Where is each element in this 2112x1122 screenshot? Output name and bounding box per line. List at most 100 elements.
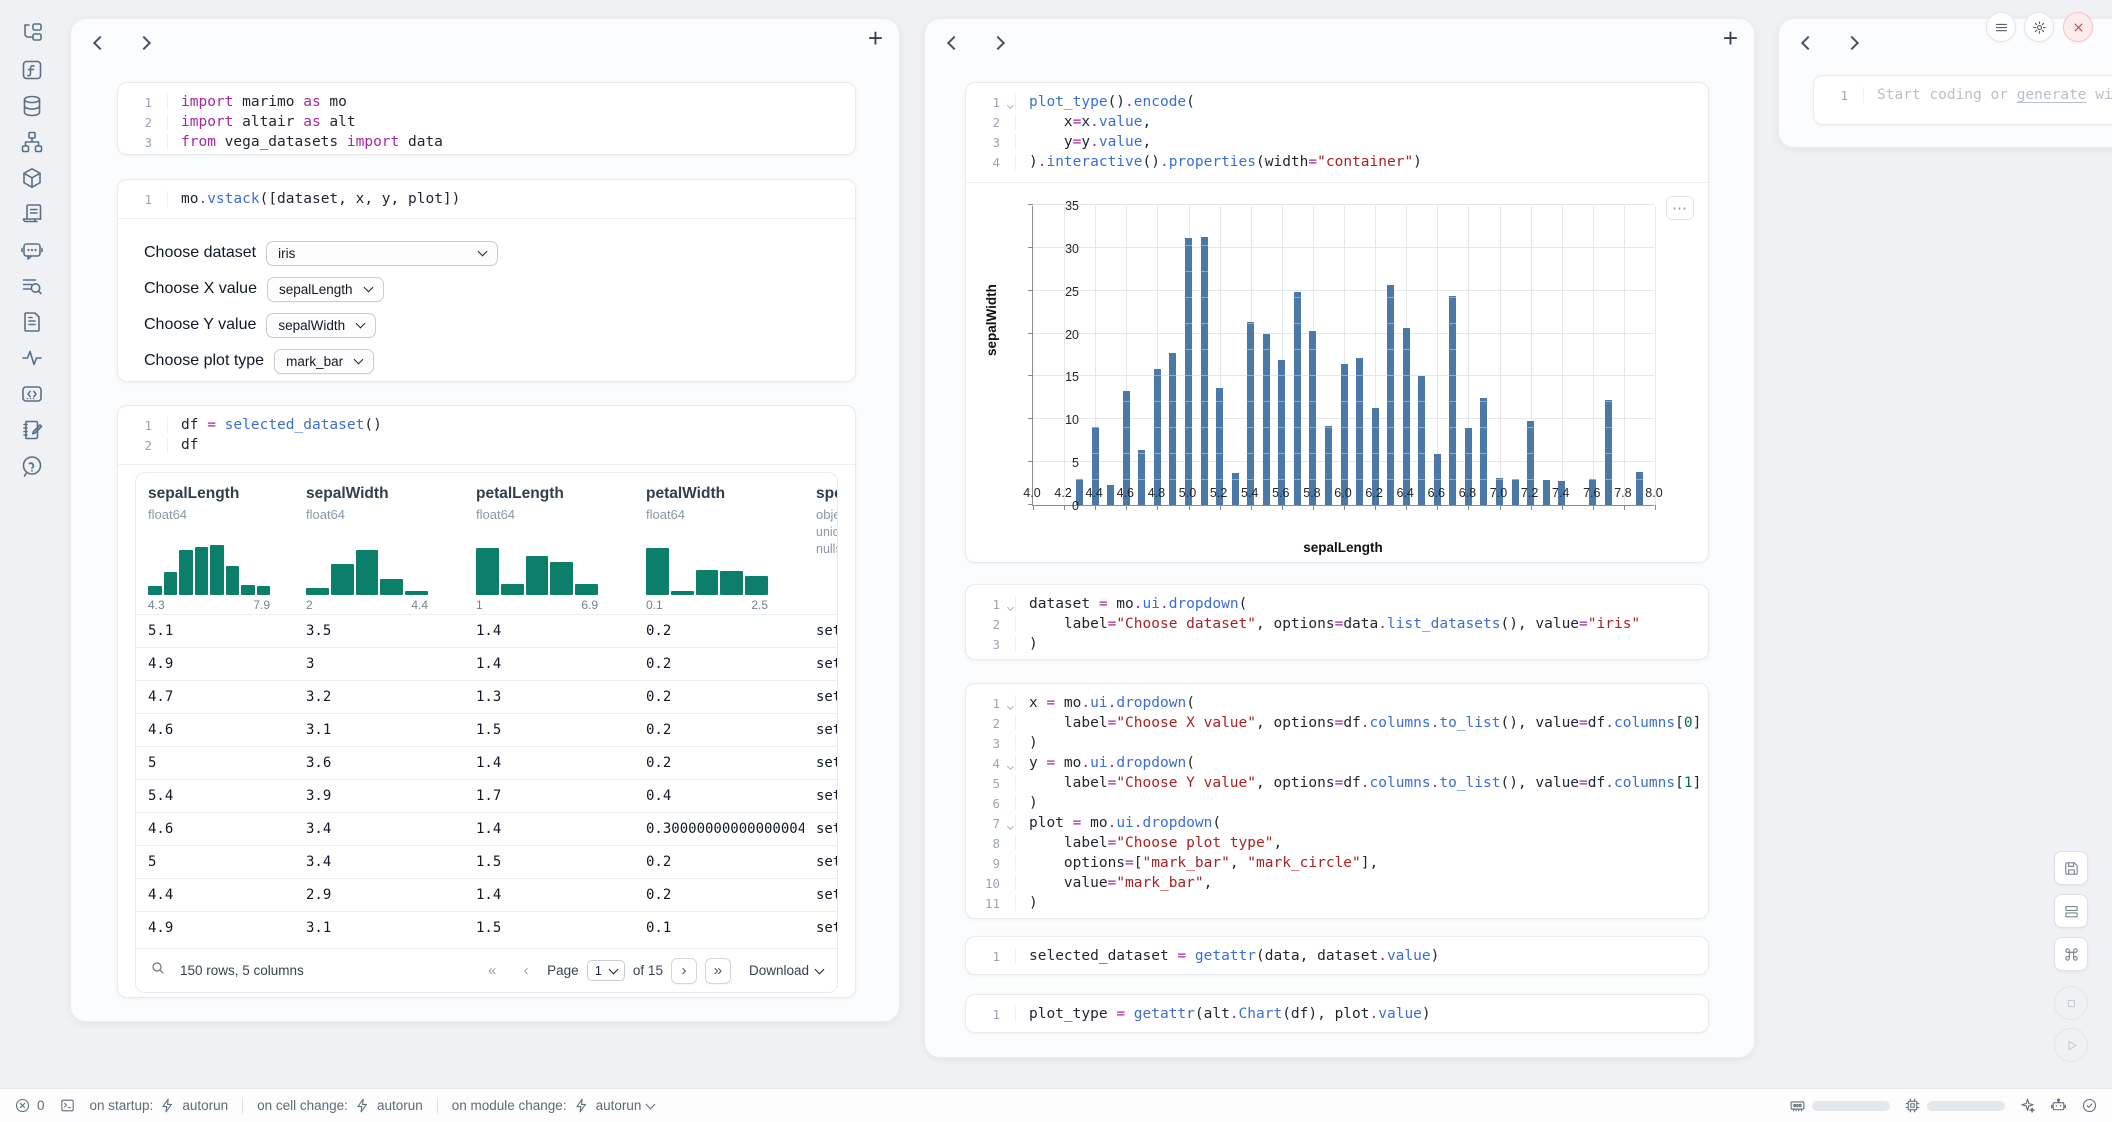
keyboard-shortcuts-button[interactable] [2054,937,2088,971]
fold-chevron-icon[interactable] [1007,822,1014,829]
code-line[interactable]: 2import altair as alt [118,112,855,132]
prev-page-button[interactable]: ‹ [513,958,539,984]
errors-indicator[interactable]: 0 [14,1097,45,1114]
column-histogram[interactable] [148,533,270,595]
code-line[interactable]: 1x = mo.ui.dropdown( [966,693,1708,713]
logs-icon[interactable] [20,274,44,298]
first-page-button[interactable]: « [479,958,505,984]
dropdown-select[interactable]: sepalLength [267,277,384,302]
terminal-button[interactable] [59,1097,76,1114]
generate-link[interactable]: generate [2017,87,2087,103]
code-line[interactable]: 9 options=["mark_bar", "mark_circle"], [966,853,1708,873]
settings-gear-button[interactable] [2024,12,2054,42]
code-line[interactable]: 5 label="Choose Y value", options=df.col… [966,773,1708,793]
fold-chevron-icon[interactable] [1007,702,1014,709]
column-next-button[interactable] [135,31,153,57]
search-icon[interactable] [150,960,166,981]
column-histogram[interactable] [306,533,428,595]
cell-dataframe[interactable]: 1df = selected_dataset()2df sepalLengthf… [117,405,856,998]
column-header[interactable]: petalWidthfloat640.12.5 [634,485,804,614]
table-row[interactable]: 4.73.21.30.2setosa [136,680,837,713]
code-line[interactable]: 3) [966,733,1708,753]
code-line[interactable]: 2 x=x.value, [966,112,1708,132]
cell-empty[interactable]: 1 Start coding or generate with AI [1813,75,2112,125]
code-line[interactable]: 3from vega_datasets import data [118,132,855,152]
code-line[interactable]: 1df = selected_dataset() [118,415,855,435]
chart-plot-area[interactable] [1032,206,1654,506]
table-row[interactable]: 53.41.50.2setosa [136,845,837,878]
download-button[interactable]: Download [749,963,823,978]
code-line[interactable]: 4y = mo.ui.dropdown( [966,753,1708,773]
fold-chevron-icon[interactable] [1007,101,1014,108]
scratchpad-icon[interactable] [20,418,44,442]
cell-xy-plot-dropdowns[interactable]: 1x = mo.ui.dropdown(2 label="Choose X va… [965,683,1709,919]
next-page-button[interactable]: › [671,958,697,984]
table-row[interactable]: 4.63.11.50.2setosa [136,713,837,746]
code-line[interactable]: 1selected_dataset = getattr(data, datase… [966,946,1708,966]
code-line[interactable]: 3 y=y.value, [966,132,1708,152]
on-startup-setting[interactable]: on startup: autorun [90,1097,229,1114]
table-row[interactable]: 4.63.41.40.30000000000000004setosa [136,812,837,845]
code-line[interactable]: 1dataset = mo.ui.dropdown( [966,594,1708,614]
packages-icon[interactable] [20,166,44,190]
column-next-button[interactable] [1843,31,1861,57]
dropdown-select[interactable]: mark_bar [274,349,374,374]
dropdown-select[interactable]: sepalWidth [266,313,376,338]
fold-chevron-icon[interactable] [1007,603,1014,610]
cell-imports[interactable]: 1import marimo as mo2import altair as al… [117,82,856,155]
cell-dataset-dropdown[interactable]: 1dataset = mo.ui.dropdown(2 label="Choos… [965,584,1709,660]
column-prev-button[interactable] [1799,31,1817,57]
on-cell-change-setting[interactable]: on cell change: autorun [257,1097,423,1114]
code-line[interactable]: 7plot = mo.ui.dropdown( [966,813,1708,833]
code-line[interactable]: 4).interactive().properties(width="conta… [966,152,1708,172]
table-row[interactable]: 4.931.40.2setosa [136,647,837,680]
menu-button[interactable] [1986,12,2016,42]
code-line[interactable]: 2df [118,435,855,455]
save-button[interactable] [2054,851,2088,885]
table-row[interactable]: 5.43.91.70.4setosa [136,779,837,812]
snippets-icon[interactable] [20,382,44,406]
table-row[interactable]: 4.93.11.50.1setosa [136,911,837,944]
code-line[interactable]: 2 label="Choose dataset", options=data.l… [966,614,1708,634]
tracing-icon[interactable] [20,346,44,370]
column-prev-button[interactable] [91,31,109,57]
code-line[interactable]: 1mo.vstack([dataset, x, y, plot]) [118,189,855,209]
code-placeholder[interactable]: Start coding or generate with AI [1863,87,2112,103]
close-column-button[interactable] [2063,12,2093,42]
cell-vstack[interactable]: 1mo.vstack([dataset, x, y, plot]) Choose… [117,179,856,382]
cell-plot-type[interactable]: 1plot_type = getattr(alt.Chart(df), plot… [965,994,1709,1033]
dependency-graph-icon[interactable] [20,130,44,154]
column-histogram[interactable] [646,533,768,595]
on-module-change-setting[interactable]: on module change: autorun [452,1097,655,1114]
column-next-button[interactable] [989,31,1007,57]
chart-actions-button[interactable]: ⋯ [1666,196,1694,220]
connection-status-button[interactable] [2081,1097,2098,1114]
add-column-button[interactable]: + [1723,25,1738,51]
code-line[interactable]: 3) [966,634,1708,654]
dropdown-select[interactable]: iris [266,241,498,266]
scripts-icon[interactable] [20,202,44,226]
datasources-icon[interactable] [20,94,44,118]
code-line[interactable]: 11) [966,893,1708,913]
last-page-button[interactable]: » [705,958,731,984]
ai-chat-icon[interactable] [20,238,44,262]
documentation-icon[interactable] [20,310,44,334]
file-explorer-icon[interactable] [20,22,44,46]
code-line[interactable]: 6) [966,793,1708,813]
column-histogram[interactable] [476,533,598,595]
column-header[interactable]: sepalLengthfloat644.37.9 [136,485,294,614]
column-header[interactable]: speciesobjectunique: 3nulls: 0 [804,485,838,614]
memory-usage[interactable] [1789,1097,1890,1114]
cell-selected-dataset[interactable]: 1selected_dataset = getattr(data, datase… [965,936,1709,975]
code-line[interactable]: 1import marimo as mo [118,92,855,112]
table-row[interactable]: 5.13.51.40.2setosa [136,614,837,647]
table-row[interactable]: 53.61.40.2setosa [136,746,837,779]
table-row[interactable]: 4.42.91.40.2setosa [136,878,837,911]
functions-icon[interactable] [20,58,44,82]
fold-chevron-icon[interactable] [1007,762,1014,769]
add-column-button[interactable]: + [868,25,883,51]
layout-rows-button[interactable] [2054,894,2088,928]
chat-bot-button[interactable] [2050,1097,2067,1114]
column-header[interactable]: sepalWidthfloat6424.4 [294,485,464,614]
code-line[interactable]: 2 label="Choose X value", options=df.col… [966,713,1708,733]
